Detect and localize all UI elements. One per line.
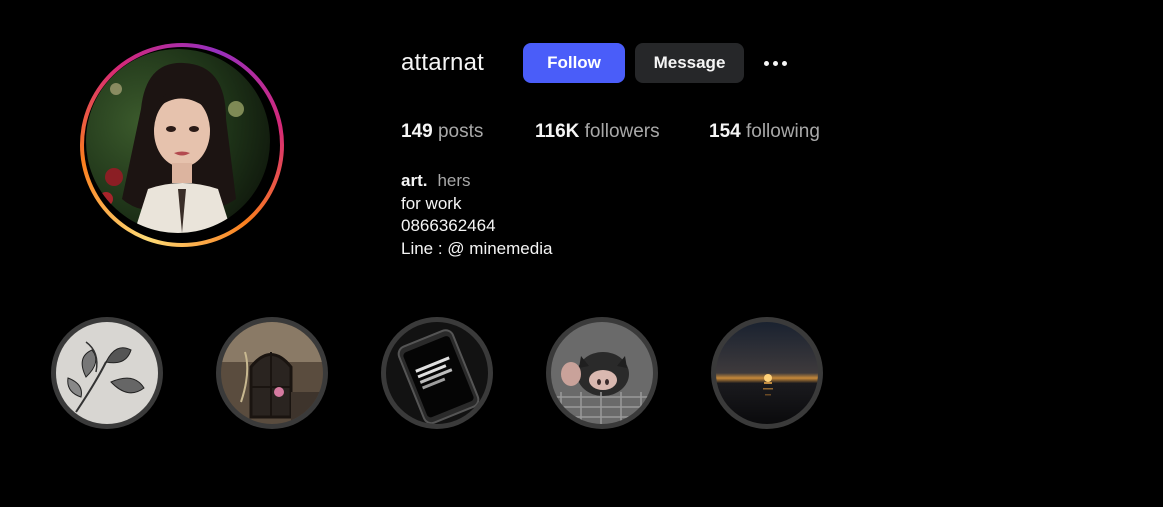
piglet-icon bbox=[551, 322, 653, 424]
posts-label: posts bbox=[437, 121, 484, 142]
followers-stat[interactable]: 116K followers bbox=[535, 121, 660, 143]
more-dot bbox=[772, 60, 778, 66]
bio-line: Line : @ minemedia bbox=[401, 238, 553, 258]
following-stat[interactable]: 154 following bbox=[709, 121, 820, 143]
followers-count: 116K bbox=[535, 121, 580, 142]
followers-label: followers bbox=[584, 121, 660, 142]
highlight-cover bbox=[221, 322, 323, 424]
follow-button[interactable]: Follow bbox=[523, 43, 625, 83]
more-options-icon[interactable] bbox=[758, 50, 792, 76]
story-highlight[interactable] bbox=[546, 317, 658, 429]
story-highlight[interactable] bbox=[51, 317, 163, 429]
story-highlight[interactable] bbox=[711, 317, 823, 429]
highlight-cover bbox=[386, 322, 488, 424]
avatar[interactable] bbox=[86, 49, 270, 233]
highlight-cover bbox=[716, 322, 818, 424]
following-count: 154 bbox=[709, 121, 741, 142]
profile-username: attarnat bbox=[401, 49, 484, 76]
highlight-cover bbox=[551, 322, 653, 424]
posts-stat: 149 posts bbox=[401, 121, 483, 143]
story-highlight[interactable] bbox=[381, 317, 493, 429]
bio-line: 0866362464 bbox=[401, 216, 496, 235]
more-dot bbox=[781, 60, 787, 66]
avatar-story-ring[interactable] bbox=[80, 43, 284, 247]
flower-sketch-icon bbox=[56, 322, 158, 424]
bio-display-name: art. bbox=[401, 171, 428, 190]
profile-bio: art. hers for work 0866362464 Line : @ mi… bbox=[401, 170, 552, 260]
story-highlight[interactable] bbox=[216, 317, 328, 429]
phone-screen-icon bbox=[386, 322, 488, 424]
following-label: following bbox=[745, 121, 820, 142]
message-button[interactable]: Message bbox=[635, 43, 744, 83]
posts-count: 149 bbox=[401, 121, 433, 142]
highlight-cover bbox=[56, 322, 158, 424]
bio-line: for work bbox=[401, 193, 462, 213]
mirror-room-icon bbox=[221, 322, 323, 424]
more-dot bbox=[763, 60, 769, 66]
bio-name-row: art. hers bbox=[401, 170, 552, 193]
profile-photo-icon bbox=[86, 49, 270, 233]
sunset-sea-icon bbox=[716, 322, 818, 424]
bio-pronouns: hers bbox=[437, 171, 471, 190]
